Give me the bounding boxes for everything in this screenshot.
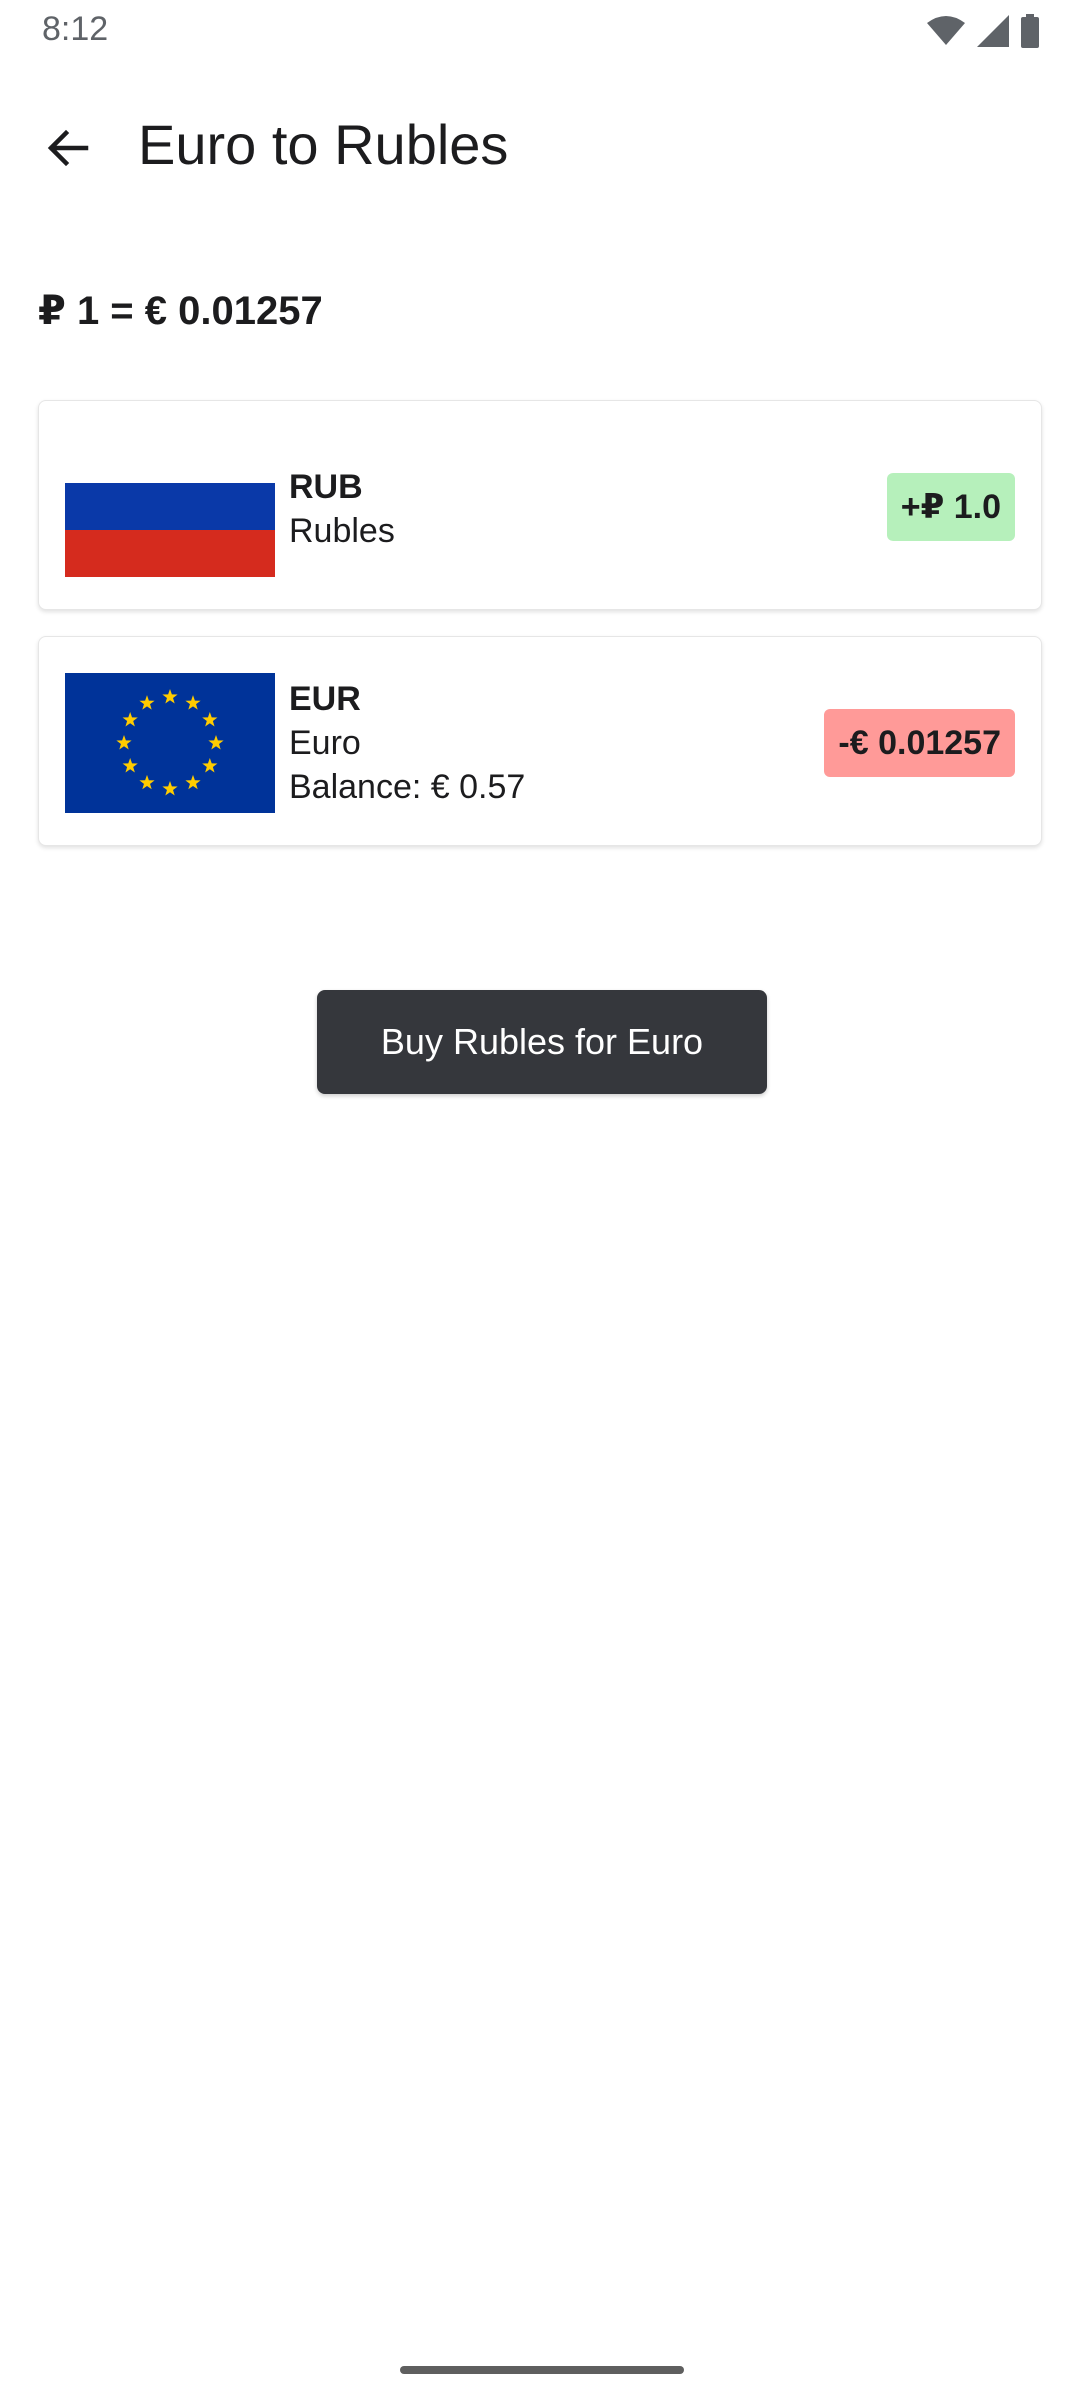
- amount-badge-minus: -€ 0.01257: [824, 709, 1015, 777]
- status-icons: [926, 14, 1040, 48]
- currency-code: RUB: [289, 468, 363, 506]
- exchange-rate: ₽ 1 = € 0.01257: [38, 289, 323, 333]
- currency-info-eur: EUR Euro Balance: € 0.57: [289, 677, 525, 809]
- currency-code: EUR: [289, 680, 361, 718]
- currency-name: Rubles: [289, 512, 395, 550]
- app-bar: Euro to Rubles: [0, 100, 1080, 192]
- screen: 8:12 Euro to Rubles ₽ 1 = € 0.01257 RUB …: [0, 0, 1080, 2400]
- battery-icon: [1020, 14, 1040, 48]
- back-button[interactable]: [36, 118, 100, 182]
- page-title: Euro to Rubles: [138, 113, 509, 176]
- status-bar: 8:12: [0, 0, 1080, 62]
- signal-icon: [976, 14, 1010, 48]
- status-time: 8:12: [42, 10, 109, 48]
- currency-info-rub: RUB Rubles: [289, 465, 395, 553]
- russia-flag-icon: [65, 483, 275, 577]
- currency-balance: Balance: € 0.57: [289, 768, 526, 806]
- amount-badge-plus: +₽ 1.0: [886, 473, 1015, 541]
- arrow-back-icon: [44, 124, 92, 177]
- gesture-nav-bar[interactable]: [400, 2366, 684, 2374]
- currency-card-rub[interactable]: RUB Rubles +₽ 1.0: [38, 400, 1042, 610]
- buy-button[interactable]: Buy Rubles for Euro: [317, 990, 767, 1094]
- currency-name: Euro: [289, 724, 361, 762]
- currency-card-eur[interactable]: EUR Euro Balance: € 0.57 -€ 0.01257: [38, 636, 1042, 846]
- wifi-icon: [926, 15, 966, 47]
- eu-flag-icon: [65, 673, 275, 813]
